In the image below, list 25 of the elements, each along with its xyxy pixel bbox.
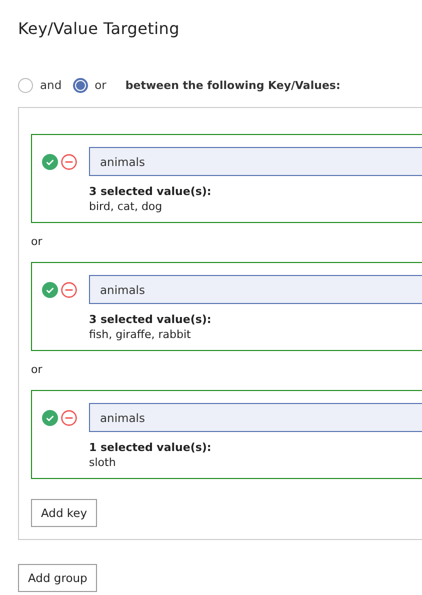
selected-values: bird, cat, dog: [89, 199, 164, 214]
remove-icon[interactable]: [61, 154, 77, 170]
key-field[interactable]: animals: [89, 147, 422, 176]
check-icon[interactable]: [42, 154, 58, 170]
check-icon[interactable]: [42, 282, 58, 298]
selected-count: 3 selected value(s):: [89, 184, 212, 199]
selected-count: 3 selected value(s):: [89, 312, 212, 327]
radio-option[interactable]: or: [72, 78, 108, 92]
separator-label: or: [31, 235, 42, 248]
radio-option[interactable]: and: [18, 78, 64, 92]
add-group-button[interactable]: Add group: [18, 564, 98, 592]
check-icon[interactable]: [42, 410, 58, 426]
page-title: Key/Value Targeting: [18, 18, 180, 40]
separator-label: or: [31, 363, 42, 376]
key-field[interactable]: animals: [89, 275, 422, 304]
remove-icon[interactable]: [61, 282, 77, 298]
remove-icon[interactable]: [61, 410, 77, 426]
selected-values: sloth: [89, 455, 117, 470]
add-key-button[interactable]: Add key: [31, 499, 98, 527]
radio-icon[interactable]: [72, 78, 88, 92]
logic-description: between the following Key/Values:: [125, 78, 340, 92]
key-field[interactable]: animals: [89, 403, 422, 432]
selected-count: 1 selected value(s):: [89, 440, 212, 455]
radio-icon[interactable]: [18, 78, 33, 92]
selected-values: fish, giraffe, rabbit: [89, 327, 192, 342]
